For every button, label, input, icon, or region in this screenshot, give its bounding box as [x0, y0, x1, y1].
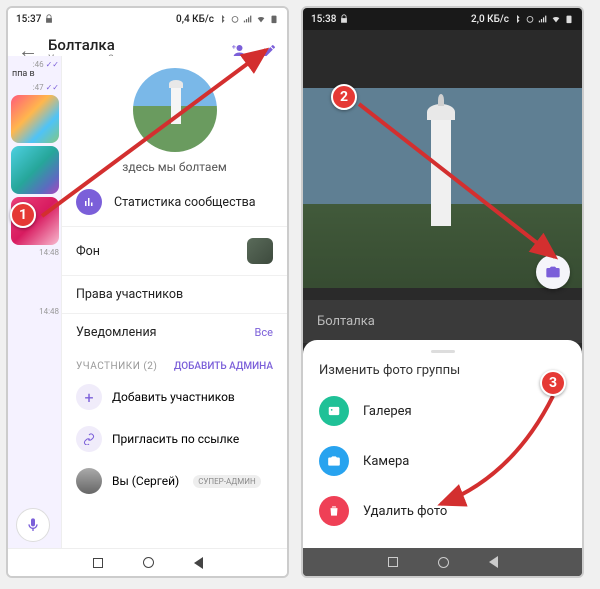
status-bar: 15:37 0,4 КБ/с [8, 8, 287, 30]
lock-icon [339, 14, 349, 24]
add-admin-link[interactable]: ДОБАВИТЬ АДМИНА [174, 361, 273, 372]
change-photo-fab[interactable] [536, 255, 570, 289]
annotation-badge-1: 1 [10, 202, 36, 228]
group-name-input[interactable]: Болталка [303, 300, 582, 343]
status-time: 15:37 [16, 14, 41, 25]
group-title: Болталка [48, 36, 219, 54]
background-thumbnail [247, 238, 273, 264]
annotation-badge-2: 2 [331, 84, 357, 110]
status-time: 15:38 [311, 14, 336, 25]
community-stats-row[interactable]: Статистика сообщества [62, 178, 287, 226]
bluetooth-icon [512, 14, 522, 24]
nav-home-icon[interactable] [438, 557, 449, 568]
group-description: здесь мы болтаем [122, 160, 226, 174]
alarm-icon [525, 14, 535, 24]
wifi-icon [256, 14, 266, 24]
phone-settings-screen: 15:37 0,4 КБ/с ← Болталка Участников: 2 [6, 6, 289, 578]
sheet-delete-row[interactable]: Удалить фото [303, 486, 582, 536]
alarm-icon [230, 14, 240, 24]
sheet-camera-row[interactable]: Камера [303, 436, 582, 486]
phone-edit-photo-screen: 15:38 2,0 КБ/с Болталка Изменить фото гр… [301, 6, 584, 578]
role-badge: СУПЕР-АДМИН [193, 475, 260, 488]
android-navbar [303, 548, 582, 576]
lock-icon [44, 14, 54, 24]
nav-back-icon[interactable] [194, 557, 203, 569]
add-members-row[interactable]: + Добавить участников [62, 376, 287, 418]
sheet-handle[interactable] [431, 350, 455, 353]
signal-icon [243, 14, 253, 24]
battery-icon [564, 14, 574, 24]
status-bar: 15:38 2,0 КБ/с [303, 8, 582, 30]
photo-action-sheet: Изменить фото группы Галерея Камера Удал… [303, 340, 582, 548]
sticker-thumbnail [11, 95, 59, 143]
user-avatar [76, 468, 102, 494]
battery-icon [269, 14, 279, 24]
status-net: 0,4 КБ/с [176, 14, 214, 25]
mic-button[interactable] [16, 508, 50, 542]
group-photo-preview[interactable] [303, 88, 582, 288]
notifications-row[interactable]: Уведомления Все [62, 313, 287, 351]
nav-recent-icon[interactable] [388, 557, 398, 567]
members-section-header: УЧАСТНИКИ (2) ДОБАВИТЬ АДМИНА [62, 351, 287, 376]
link-icon [76, 426, 102, 452]
nav-back-icon[interactable] [489, 556, 498, 568]
member-rights-row[interactable]: Права участников [62, 275, 287, 313]
nav-recent-icon[interactable] [93, 558, 103, 568]
group-settings-panel: здесь мы болтаем Статистика сообщества Ф… [62, 56, 287, 548]
background-chat-strip: :46 ✓✓ ппа в :47 ✓✓ 14:48 14:48 [8, 56, 62, 548]
trash-icon [319, 496, 349, 526]
member-you-row[interactable]: Вы (Сергей) СУПЕР-АДМИН [62, 460, 287, 502]
plus-icon: + [76, 384, 102, 410]
bluetooth-icon [217, 14, 227, 24]
android-navbar [8, 548, 287, 576]
gallery-icon [319, 396, 349, 426]
wifi-icon [551, 14, 561, 24]
background-row[interactable]: Фон [62, 226, 287, 275]
sheet-gallery-row[interactable]: Галерея [303, 386, 582, 436]
nav-home-icon[interactable] [143, 557, 154, 568]
signal-icon [538, 14, 548, 24]
camera-icon [319, 446, 349, 476]
invite-link-row[interactable]: Пригласить по ссылке [62, 418, 287, 460]
annotation-badge-3: 3 [540, 370, 566, 396]
group-avatar[interactable] [133, 68, 217, 152]
sticker-thumbnail [11, 146, 59, 194]
status-net: 2,0 КБ/с [471, 14, 509, 25]
stats-icon [76, 189, 102, 215]
